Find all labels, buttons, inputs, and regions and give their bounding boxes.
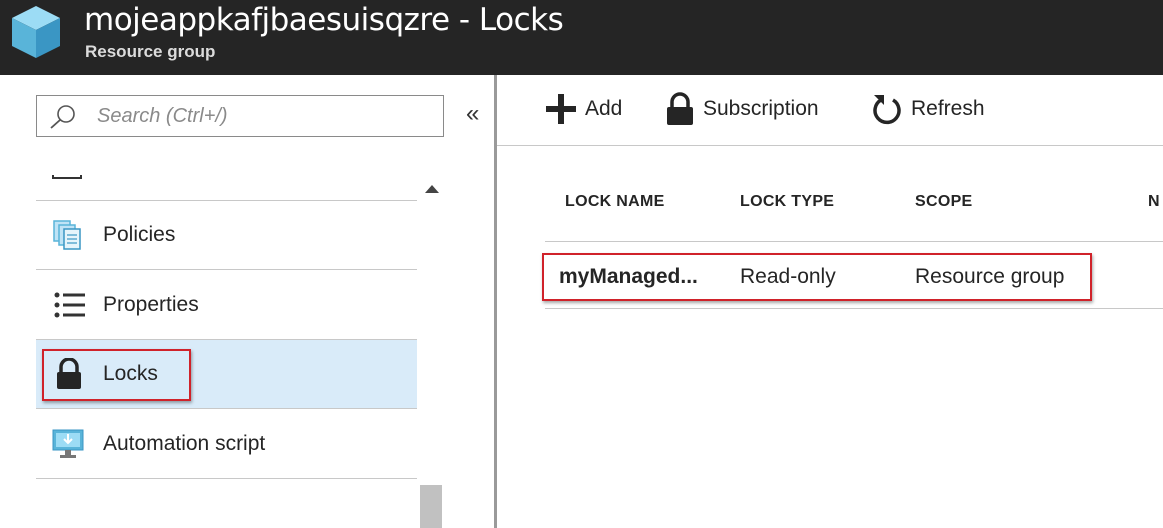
table-header-divider [545,241,1163,242]
partial-item-icon [52,175,82,179]
collapse-sidebar-button[interactable]: « [466,101,479,127]
command-bar: Add Subscription Refresh [497,75,1163,146]
sidebar-scrollbar[interactable] [417,175,445,528]
page-header: mojeappkafjbaesuisqzre - Locks Resource … [0,0,1163,75]
sidebar: Search (Ctrl+/) « Policies Properties Lo… [0,75,494,528]
sidebar-item-label: Policies [103,223,176,246]
subscription-button[interactable]: Subscription [665,91,819,127]
sidebar-item-automation-script[interactable]: Automation script [36,410,417,479]
refresh-label: Refresh [911,97,985,120]
page-title: mojeappkafjbaesuisqzre - Locks [84,2,564,38]
sidebar-item-label: Properties [103,293,199,316]
lock-icon [667,92,693,125]
plus-icon [546,94,576,124]
search-placeholder: Search (Ctrl+/) [97,105,228,127]
locks-blade: Add Subscription Refresh LOCK NAME LOCK … [497,75,1163,528]
table-row-divider [545,308,1163,309]
add-button[interactable]: Add [545,91,622,127]
resource-group-cube-icon [12,6,60,58]
sidebar-item-partial[interactable] [36,175,417,201]
sidebar-item-properties[interactable]: Properties [36,271,417,340]
add-label: Add [585,97,623,120]
search-icon [50,105,75,129]
sidebar-item-policies[interactable]: Policies [36,201,417,270]
scroll-up-arrow-icon[interactable] [425,185,439,193]
column-header-notes[interactable]: N [1148,193,1160,211]
refresh-button[interactable]: Refresh [871,91,985,127]
search-input[interactable]: Search (Ctrl+/) [36,95,444,137]
page-subtitle: Resource group [85,42,216,61]
locks-highlight-box [42,349,191,401]
column-header-lock-type[interactable]: LOCK TYPE [740,193,834,211]
column-header-scope[interactable]: SCOPE [915,193,973,211]
sidebar-item-label: Automation script [103,432,266,455]
subscription-label: Subscription [703,97,819,120]
lock-row-highlight-box [542,253,1092,301]
properties-list-icon [54,292,85,318]
column-header-lock-name[interactable]: LOCK NAME [565,193,665,211]
refresh-icon [873,95,901,125]
automation-script-icon [52,429,84,458]
scroll-thumb[interactable] [420,485,442,528]
policies-icon [53,220,81,250]
